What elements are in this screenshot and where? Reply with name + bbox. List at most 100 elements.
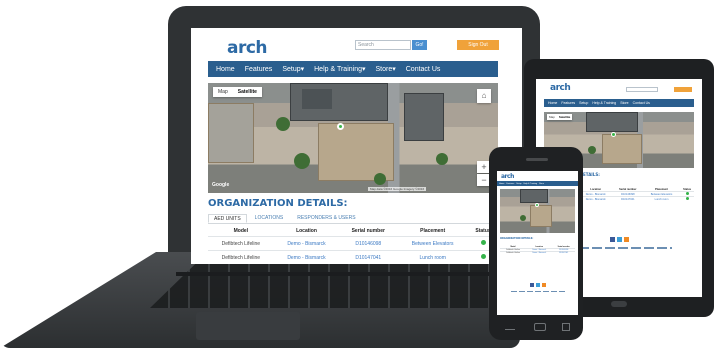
map-tree: [374, 173, 386, 185]
map-location-pin[interactable]: [337, 123, 344, 130]
site-logo[interactable]: arch: [227, 38, 268, 58]
cell-location-link[interactable]: Demo - Bismarck: [578, 196, 613, 201]
facebook-icon[interactable]: [529, 283, 534, 287]
table-row[interactable]: Defibtech Lifeline Demo - Bismarck D1014…: [208, 250, 498, 264]
map-tree: [520, 215, 526, 221]
phone-recent-apps-button: [562, 323, 570, 331]
cell-placement-link[interactable]: Lunch room: [397, 250, 469, 264]
nav-contact-us[interactable]: Contact Us: [406, 66, 441, 73]
map-building: [404, 93, 444, 141]
map-building: [208, 103, 254, 163]
nav-setup[interactable]: Setup: [579, 101, 588, 105]
nav-setup[interactable]: Setup: [516, 183, 521, 185]
tablet-home-button: [611, 301, 627, 307]
search-go-button[interactable]: Go!: [412, 40, 427, 50]
main-nav: Home Features Setup Help & Training Stor…: [544, 99, 694, 107]
cell-serial-link[interactable]: D10147041: [612, 196, 643, 201]
sign-out-button[interactable]: Sign Out: [457, 40, 499, 50]
table-header-row: Model Location Serial number Placement S…: [208, 226, 498, 237]
satellite-map[interactable]: [500, 189, 575, 233]
column-header-model: Model: [233, 228, 249, 234]
site-logo[interactable]: arch: [550, 83, 571, 93]
phone-speaker: [526, 158, 548, 161]
nav-help-training[interactable]: Help & Training: [523, 183, 537, 185]
cell-serial-link[interactable]: D10146098: [339, 236, 398, 251]
rss-icon[interactable]: [541, 283, 546, 287]
nav-contact-us[interactable]: Contact Us: [633, 101, 650, 105]
nav-home[interactable]: Home: [216, 66, 235, 73]
site-logo[interactable]: arch: [501, 173, 514, 180]
chevron-down-icon: ▾: [361, 66, 366, 73]
cell-model: Defibtech Lifeline: [500, 251, 527, 254]
search-input[interactable]: [626, 87, 658, 92]
column-header-serial: Serial number: [351, 228, 385, 234]
twitter-icon[interactable]: [535, 283, 540, 287]
map-tab-map[interactable]: Map: [547, 114, 557, 120]
cell-model: Defibtech Lifeline: [208, 250, 274, 264]
status-ok-icon: [480, 240, 486, 245]
map-tree: [276, 117, 290, 131]
map-tree: [436, 153, 448, 165]
nav-store[interactable]: Store: [539, 183, 544, 185]
main-nav: Home Features Setup▾ Help & Training▾ St…: [208, 61, 498, 77]
nav-features[interactable]: Features: [506, 183, 514, 185]
laptop-hinge: [176, 272, 520, 276]
chevron-down-icon: ▾: [392, 66, 396, 73]
cell-location-link[interactable]: Demo - Bismarck: [273, 250, 340, 264]
table-row[interactable]: Defibtech Lifeline Demo - Bismarck D1014…: [500, 251, 575, 254]
map-tab-satellite[interactable]: Satellite: [233, 87, 262, 97]
cell-placement-link[interactable]: Lunch room: [642, 196, 681, 201]
laptop-touchpad: [196, 312, 300, 340]
phone-back-button: [505, 325, 515, 330]
cell-model: Defibtech Lifeline: [208, 236, 274, 251]
tab-locations[interactable]: LOCATIONS: [247, 214, 292, 223]
rss-icon[interactable]: [623, 237, 629, 242]
nav-store[interactable]: Store▾: [376, 65, 396, 73]
table-row[interactable]: Defibtech Lifeline Demo - Bismarck D1014…: [208, 236, 498, 251]
map-building: [586, 112, 638, 132]
nav-help-training[interactable]: Help & Training▾: [314, 65, 365, 73]
search-input[interactable]: Search: [355, 40, 411, 50]
map-type-tabs: Map Satellite: [547, 114, 573, 120]
cell-location-link[interactable]: Demo - Bismarck: [526, 251, 553, 254]
social-icons: [497, 283, 578, 287]
tab-aed-units[interactable]: AED UNITS: [208, 214, 247, 223]
facebook-icon[interactable]: [609, 237, 615, 242]
sign-out-button[interactable]: [674, 87, 692, 92]
column-header-location: Location: [296, 228, 317, 234]
phone-home-button: [534, 323, 546, 331]
satellite-map[interactable]: Map Satellite ⌂ + − Google Map data ©201…: [208, 83, 498, 193]
main-nav: Home Features Setup Help & Training Stor…: [497, 181, 578, 186]
chevron-down-icon: ▾: [300, 66, 305, 73]
status-ok-icon: [480, 254, 486, 259]
section-title: ORGANIZATION DETAILS:: [208, 198, 348, 209]
nav-home[interactable]: Home: [499, 183, 504, 185]
nav-home[interactable]: Home: [548, 101, 557, 105]
footer-links: [511, 291, 565, 292]
org-tabs: AED UNITS LOCATIONS RESPONDERS & USERS: [208, 214, 498, 224]
nav-store[interactable]: Store: [620, 101, 628, 105]
cell-serial-link[interactable]: D10147041: [552, 251, 575, 254]
map-tree: [588, 146, 596, 154]
nav-help-training[interactable]: Help & Training: [592, 101, 616, 105]
map-building: [318, 123, 394, 181]
google-logo: Google: [212, 182, 230, 188]
tab-responders-users[interactable]: RESPONDERS & USERS: [291, 214, 361, 223]
map-building: [602, 134, 642, 164]
nav-setup[interactable]: Setup▾: [282, 65, 304, 73]
nav-features[interactable]: Features: [561, 101, 575, 105]
aed-units-table: Model Location Serial number Defibtech L…: [500, 246, 575, 254]
laptop-keyboard: [150, 262, 488, 308]
street-view-pegman-icon[interactable]: ⌂: [477, 89, 491, 103]
twitter-icon[interactable]: [616, 237, 622, 242]
status-ok-icon: [685, 197, 689, 200]
cell-serial-link[interactable]: D10147041: [339, 250, 398, 264]
cell-placement-link[interactable]: Between Elevators: [397, 236, 469, 251]
cell-location-link[interactable]: Demo - Bismarck: [273, 236, 340, 251]
map-location-pin[interactable]: [611, 132, 616, 137]
map-location-pin[interactable]: [535, 203, 539, 207]
section-title: ORGANIZATION DETAILS:: [500, 237, 534, 240]
map-tab-satellite[interactable]: Satellite: [557, 114, 573, 120]
map-tab-map[interactable]: Map: [213, 87, 233, 97]
nav-features[interactable]: Features: [245, 66, 273, 73]
